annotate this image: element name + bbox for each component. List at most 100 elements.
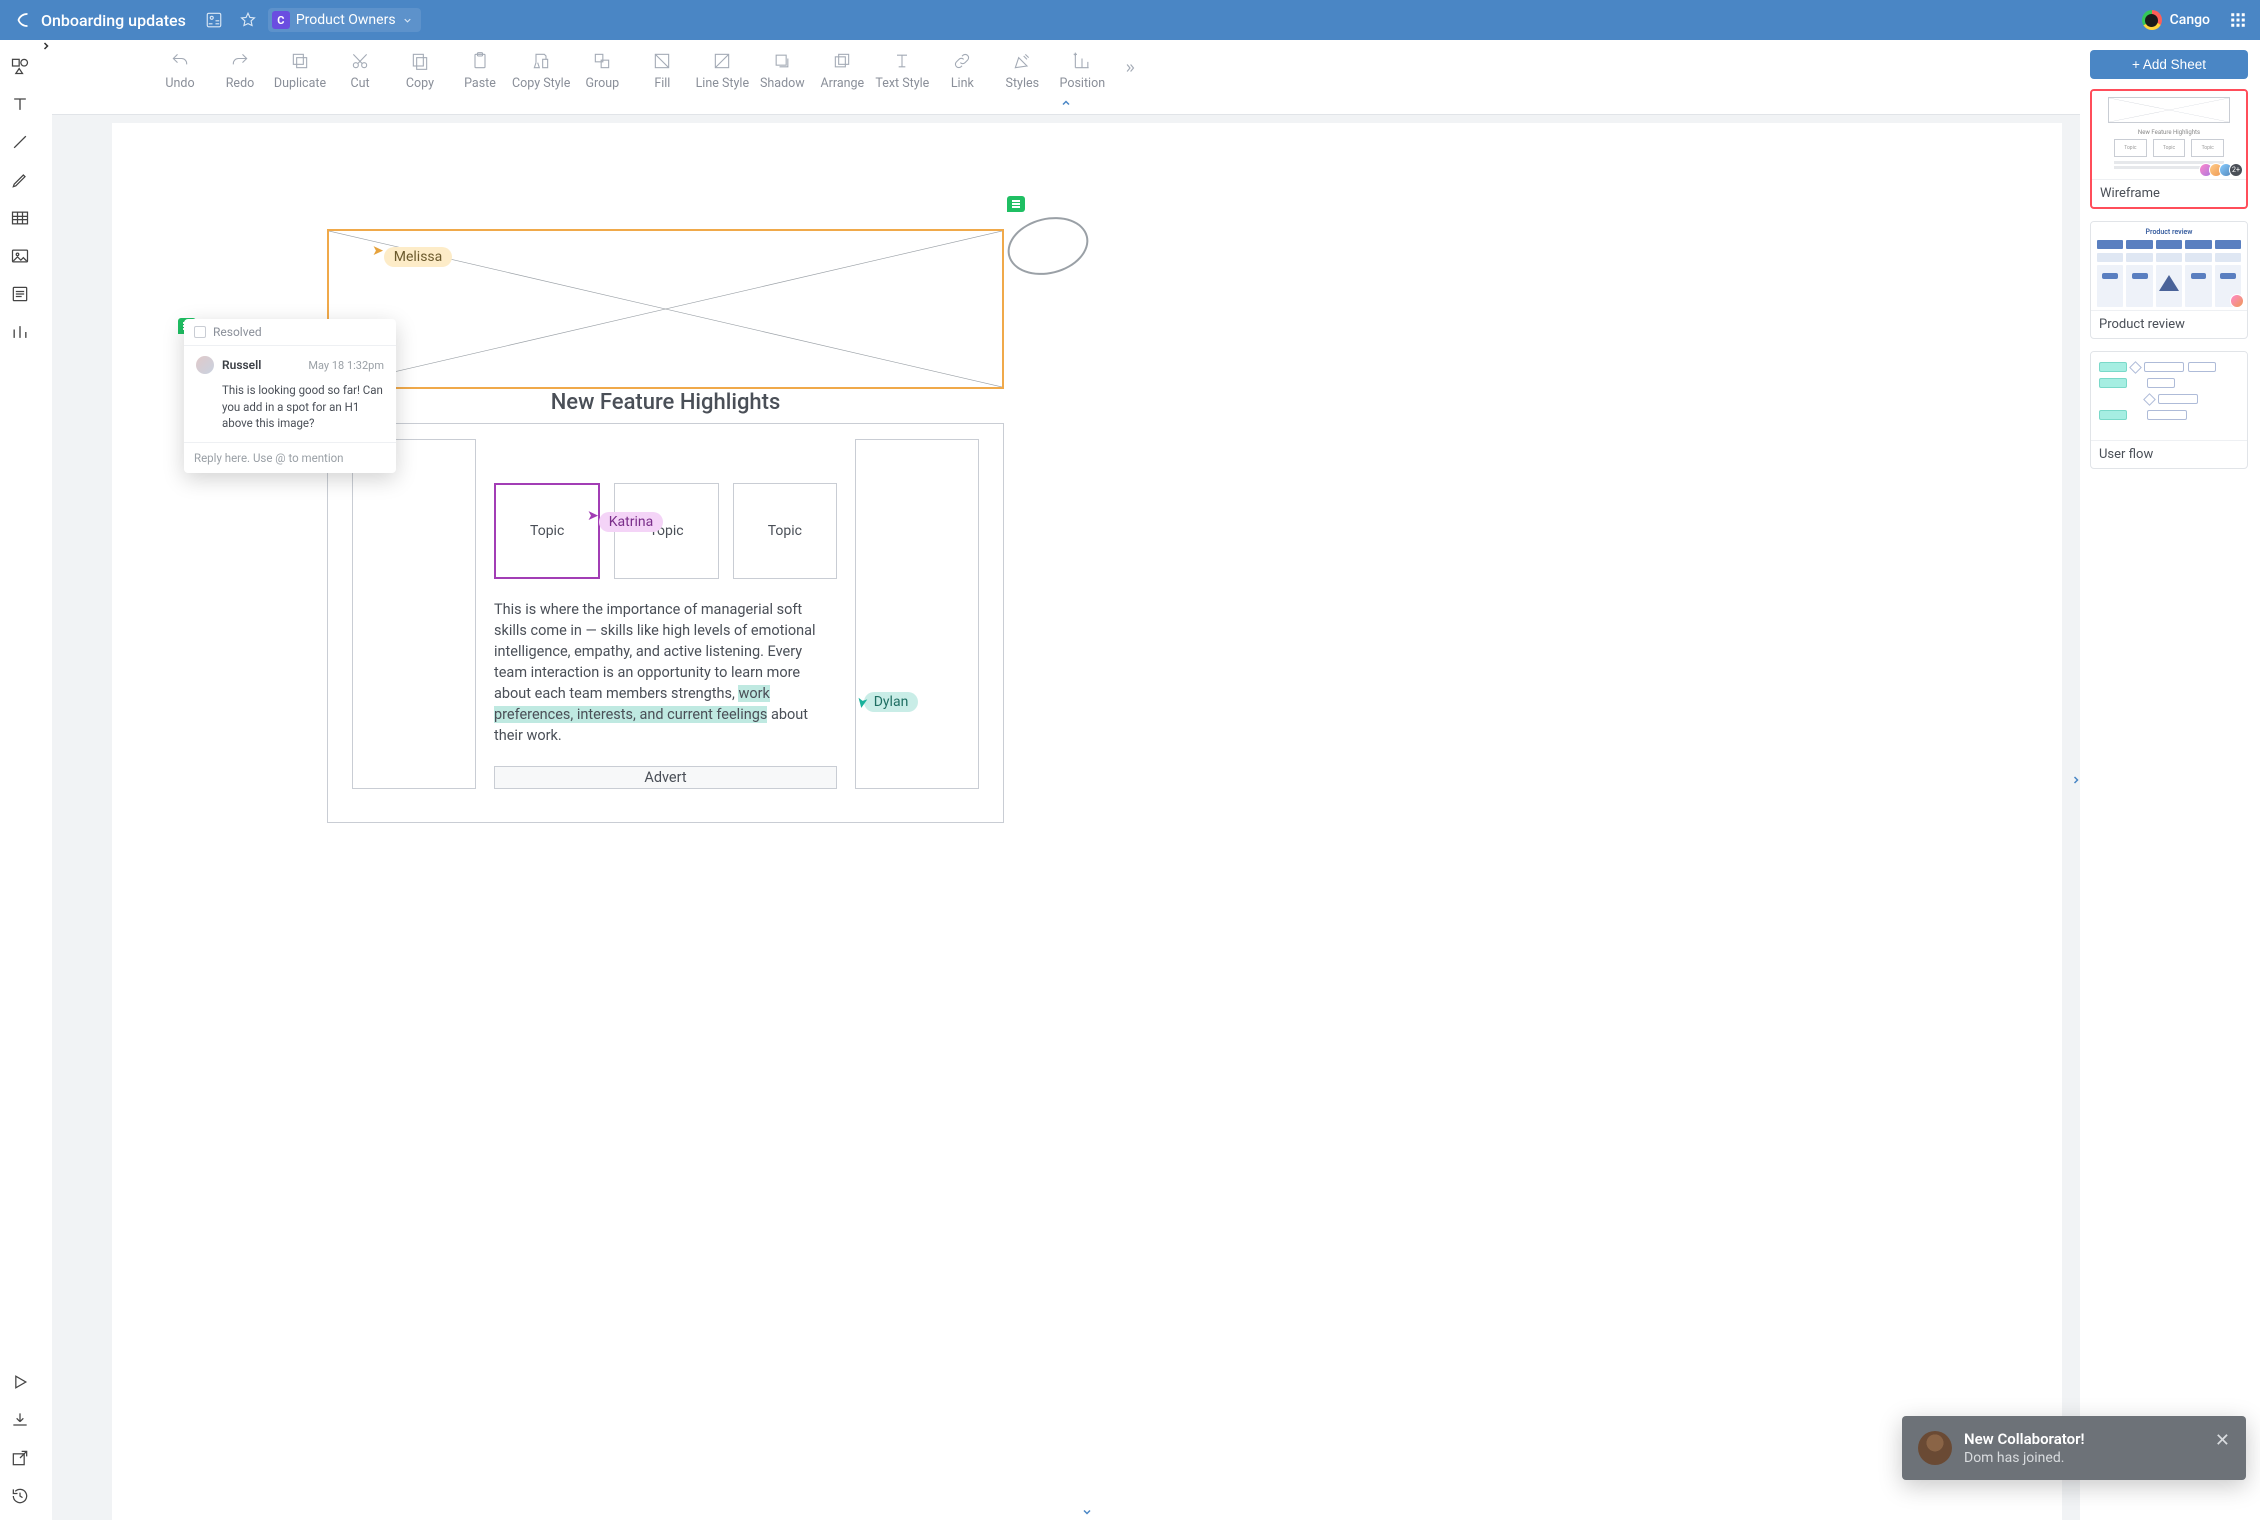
toolbar-label: Duplicate <box>274 76 326 91</box>
table-tool-icon[interactable] <box>6 204 34 232</box>
toast-subtitle: Dom has joined. <box>1964 1450 2085 1466</box>
avatar-icon <box>2230 294 2244 308</box>
text-tool-icon[interactable] <box>6 90 34 118</box>
document-tool-icon[interactable] <box>6 280 34 308</box>
cursor-icon: ➤ <box>372 243 384 259</box>
play-icon[interactable] <box>6 1368 34 1396</box>
sheet-card-user-flow[interactable]: User flow <box>2090 351 2248 469</box>
collapse-toolbar-icon[interactable] <box>52 96 2080 110</box>
activity-icon[interactable] <box>200 6 228 34</box>
external-icon[interactable] <box>6 1444 34 1472</box>
body-paragraph[interactable]: This is where the importance of manageri… <box>494 599 837 746</box>
comment-marker-icon[interactable] <box>1007 196 1025 212</box>
cursor-icon: ➤ <box>853 696 871 710</box>
line-tool-icon[interactable] <box>6 128 34 156</box>
toolbar-label: Line Style <box>696 76 750 91</box>
chevron-down-icon <box>402 15 413 26</box>
collaborator-cursor-katrina: ➤ Katrina <box>587 512 663 532</box>
comment-header: Resolved <box>184 319 396 346</box>
avatar-icon <box>196 356 214 374</box>
comment-popup: Resolved Russell May 18 1:32pm This is l… <box>184 319 396 473</box>
collaborator-avatars: 2+ <box>2203 163 2243 177</box>
toolbar-copy-button[interactable]: Copy <box>392 46 448 91</box>
toast-title: New Collaborator! <box>1964 1430 2085 1448</box>
sheet-label: Wireframe <box>2092 179 2246 207</box>
pen-tool-icon[interactable] <box>6 166 34 194</box>
comment-reply-input[interactable]: Reply here. Use @ to mention <box>184 442 396 473</box>
cursor-label: Dylan <box>864 692 919 712</box>
collaborator-cursor-melissa: ➤ Melissa <box>372 247 452 267</box>
cursor-label: Katrina <box>599 512 663 532</box>
toolbar-cut-button[interactable]: Cut <box>332 46 388 91</box>
collaborator-toast: New Collaborator! Dom has joined. ✕ <box>1902 1416 2246 1480</box>
resolved-checkbox[interactable] <box>194 326 206 338</box>
position-icon <box>1072 50 1092 72</box>
toolbar-shadow-button[interactable]: Shadow <box>754 46 810 91</box>
toolbar-redo-button[interactable]: Redo <box>212 46 268 91</box>
expand-left-icon[interactable] <box>40 40 52 1520</box>
topic-card[interactable]: Topic <box>733 483 837 579</box>
document-title[interactable]: Onboarding updates <box>41 11 186 30</box>
avatar-overflow: 2+ <box>2229 163 2243 177</box>
resolved-label: Resolved <box>213 325 262 339</box>
topic-card[interactable]: Topic <box>494 483 600 579</box>
toolbar-label: Shadow <box>760 76 805 91</box>
app-header: Onboarding updates C Product Owners Cang… <box>0 0 2260 40</box>
apps-grid-icon[interactable] <box>2226 8 2250 32</box>
sheet-card-wireframe[interactable]: New Feature Highlights TopicTopicTopic 2… <box>2090 89 2248 209</box>
topic-row: Topic Topic Topic <box>494 483 837 579</box>
close-icon[interactable]: ✕ <box>2215 1430 2230 1451</box>
group-icon <box>592 50 612 72</box>
toolbar-styles-button[interactable]: Styles <box>994 46 1050 91</box>
toolbar-fill-button[interactable]: Fill <box>634 46 690 91</box>
comment-author: Russell <box>222 358 261 372</box>
expand-down-icon[interactable] <box>1081 1506 1093 1518</box>
cursor-label: Melissa <box>384 247 453 267</box>
toolbar-label: Styles <box>1006 76 1040 91</box>
advert-placeholder[interactable]: Advert <box>494 766 837 789</box>
toolbar-undo-button[interactable]: Undo <box>152 46 208 91</box>
right-column-placeholder[interactable] <box>855 439 979 789</box>
toolbar-label: Position <box>1060 76 1106 91</box>
toolbar-duplicate-button[interactable]: Duplicate <box>272 46 328 91</box>
chart-tool-icon[interactable] <box>6 318 34 346</box>
toolbar-position-button[interactable]: Position <box>1054 46 1110 91</box>
image-tool-icon[interactable] <box>6 242 34 270</box>
cursor-icon: ➤ <box>587 508 599 524</box>
history-icon[interactable] <box>6 1482 34 1510</box>
toolbar-linestyle-button[interactable]: Line Style <box>694 46 750 91</box>
toolbar-arrange-button[interactable]: Arrange <box>814 46 870 91</box>
team-selector[interactable]: C Product Owners <box>268 8 421 32</box>
toolbar-group-button[interactable]: Group <box>574 46 630 91</box>
toolbar-paste-button[interactable]: Paste <box>452 46 508 91</box>
action-toolbar: UndoRedo Duplicate Cut Copy PasteCopy StyleG… <box>52 40 2080 96</box>
star-icon[interactable] <box>234 6 262 34</box>
toolbar-overflow-icon[interactable] <box>1120 61 1140 75</box>
content-frame[interactable]: New Feature Highlights Topic Topic Topic… <box>327 423 1004 823</box>
sheet-thumbnail: New Feature Highlights TopicTopicTopic 2… <box>2092 91 2246 179</box>
download-icon[interactable] <box>6 1406 34 1434</box>
textstyle-icon <box>892 50 912 72</box>
redo-icon <box>230 50 250 72</box>
toolbar-label: Cut <box>350 76 369 91</box>
add-sheet-button[interactable]: + Add Sheet <box>2090 50 2248 79</box>
collapse-right-icon[interactable] <box>2070 774 2082 786</box>
app-logo-icon[interactable] <box>13 10 33 30</box>
toolbar-copystyle-button[interactable]: Copy Style <box>512 46 570 91</box>
toolbar-label: Copy <box>406 76 434 91</box>
canvas-area[interactable]: ➤ Melissa New Feature Highlights Topic T… <box>52 114 2080 1520</box>
sheet-card-product-review[interactable]: Product review Product review <box>2090 221 2248 339</box>
toolbar-textstyle-button[interactable]: Text Style <box>874 46 930 91</box>
shapes-tool-icon[interactable] <box>6 52 34 80</box>
brand[interactable]: Cango <box>2142 10 2210 30</box>
thumb-title: New Feature Highlights <box>2092 129 2246 136</box>
left-column-placeholder[interactable] <box>352 439 476 789</box>
ellipse-annotation[interactable] <box>1001 209 1094 283</box>
feature-heading[interactable]: New Feature Highlights <box>352 390 979 415</box>
left-tool-rail <box>0 40 40 1520</box>
thumb-topic: Topic <box>2114 139 2147 157</box>
toolbar-link-button[interactable]: Link <box>934 46 990 91</box>
brand-mark-icon <box>2142 10 2162 30</box>
shadow-icon <box>772 50 792 72</box>
sheet-thumbnail: Product review <box>2091 222 2247 310</box>
